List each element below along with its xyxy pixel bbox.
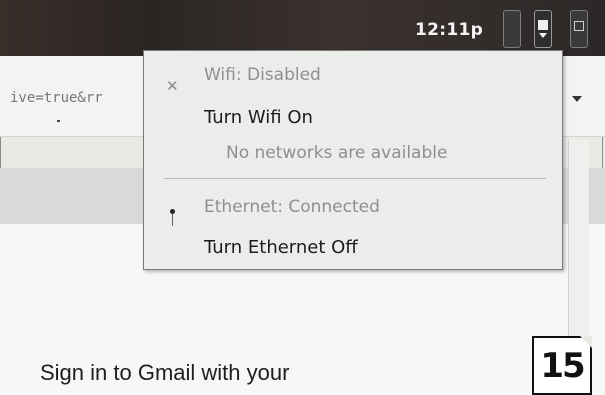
signin-heading: Sign in to Gmail with your (40, 360, 290, 385)
battery-icon[interactable] (503, 10, 521, 48)
address-dropdown-icon[interactable] (572, 96, 582, 102)
network-icon[interactable] (534, 10, 552, 48)
chevron-down-icon (539, 33, 547, 38)
page-corner-fold (580, 336, 592, 348)
network-square-glyph (538, 20, 548, 30)
system-status-bar: 12:11p (0, 0, 605, 56)
menu-divider (164, 178, 546, 179)
ethernet-connected-icon-tail (172, 214, 173, 226)
no-networks-label: No networks are available (226, 143, 448, 163)
address-bar-url[interactable]: ive=true&rr (10, 90, 103, 106)
wifi-disabled-icon: ✕ (166, 77, 179, 95)
wifi-status: Wifi: Disabled (204, 65, 321, 85)
network-menu-popup: ✕ Wifi: Disabled Turn Wifi On No network… (143, 50, 563, 270)
turn-ethernet-off-button[interactable]: Turn Ethernet Off (204, 237, 358, 258)
menu-square-glyph (574, 21, 584, 31)
cursor-mark (57, 120, 60, 122)
menu-icon[interactable] (570, 10, 588, 48)
turn-wifi-on-button[interactable]: Turn Wifi On (204, 107, 313, 128)
clock[interactable]: 12:11p (415, 20, 483, 40)
ethernet-status: Ethernet: Connected (204, 197, 380, 217)
